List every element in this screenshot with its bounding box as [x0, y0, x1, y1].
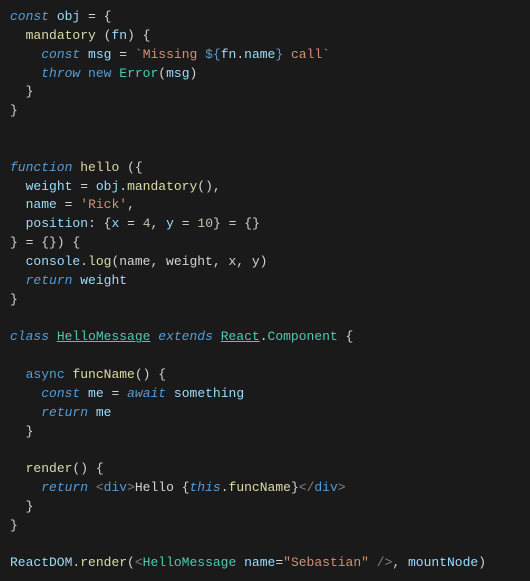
line: } — [10, 84, 33, 99]
line: console.log(name, weight, x, y) — [10, 254, 267, 269]
line: throw new Error(msg) — [10, 66, 197, 81]
line: weight = obj.mandatory(), — [10, 179, 221, 194]
line: return me — [10, 405, 111, 420]
line: function hello ({ — [10, 160, 143, 175]
line: return <div>Hello {this.funcName}</div> — [10, 480, 346, 495]
line: name = 'Rick', — [10, 197, 135, 212]
line: const obj = { — [10, 9, 111, 24]
line: } — [10, 499, 33, 514]
line: class HelloMessage extends React.Compone… — [10, 329, 353, 344]
line: return weight — [10, 273, 127, 288]
line: async funcName() { — [10, 367, 166, 382]
line: } — [10, 103, 18, 118]
line: render() { — [10, 461, 104, 476]
line: } — [10, 424, 33, 439]
line: const msg = `Missing ${fn.name} call` — [10, 47, 330, 62]
line: ReactDOM.render(<HelloMessage name="Seba… — [10, 555, 486, 570]
line: position: {x = 4, y = 10} = {} — [10, 216, 260, 231]
line: } — [10, 292, 18, 307]
line: const me = await something — [10, 386, 244, 401]
line: mandatory (fn) { — [10, 28, 150, 43]
code-block: const obj = { mandatory (fn) { const msg… — [10, 8, 520, 573]
line: } — [10, 518, 18, 533]
line: } = {}) { — [10, 235, 80, 250]
